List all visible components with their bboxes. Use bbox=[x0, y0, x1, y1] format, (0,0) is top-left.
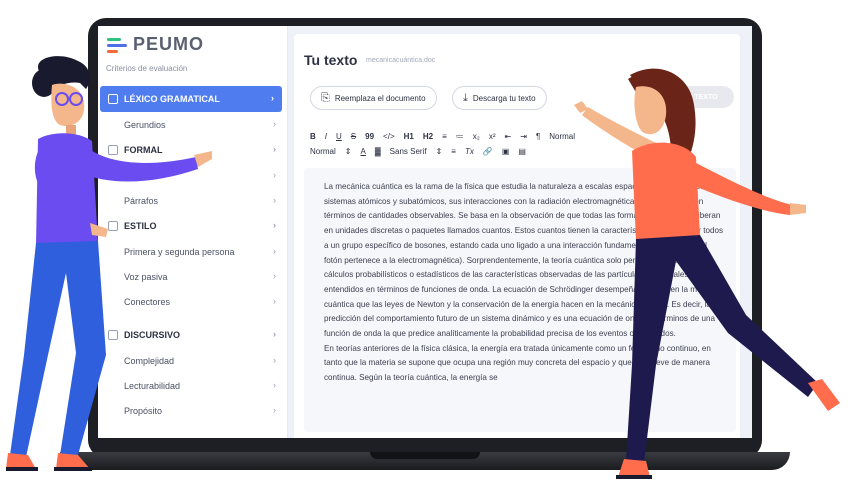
italic-button[interactable]: I bbox=[325, 132, 327, 141]
align-button[interactable]: ≡ bbox=[451, 147, 456, 156]
man-illustration bbox=[6, 56, 212, 471]
quote-button[interactable]: 99 bbox=[365, 132, 374, 141]
illustration: { "brand": {"name": "PEUMO"}, "sidebar":… bbox=[0, 0, 852, 490]
chevron-right-icon: › bbox=[273, 329, 276, 339]
woman-illustration bbox=[574, 68, 840, 479]
chevron-right-icon: › bbox=[273, 296, 276, 306]
direction-button[interactable]: ¶ bbox=[536, 132, 540, 141]
indent-button[interactable]: ⇥ bbox=[520, 132, 527, 141]
font-select-arrow-icon[interactable]: ⇕ bbox=[436, 147, 443, 156]
logo-text: PEUMO bbox=[133, 34, 205, 54]
chevron-right-icon: › bbox=[273, 119, 276, 129]
size-select-arrow-icon[interactable]: ⇕ bbox=[345, 147, 352, 156]
toolbar-row-2: Normal ⇕ A ▓ Sans Serif ⇕ ≡ Tx 🔗 ▣ ▤ bbox=[310, 147, 535, 156]
underline-button[interactable]: U bbox=[336, 132, 342, 141]
chevron-right-icon: › bbox=[273, 195, 276, 205]
code-button[interactable]: </> bbox=[383, 132, 395, 141]
chevron-right-icon: › bbox=[273, 246, 276, 256]
strike-button[interactable]: S bbox=[351, 132, 356, 141]
subscript-button[interactable]: x₂ bbox=[473, 132, 480, 141]
image-button[interactable]: ▣ bbox=[502, 147, 510, 156]
link-button[interactable]: 🔗 bbox=[483, 147, 493, 156]
chevron-right-icon: › bbox=[273, 355, 276, 365]
replace-document-button[interactable]: ⎘ Reemplaza el documento bbox=[310, 86, 437, 110]
video-button[interactable]: ▤ bbox=[518, 147, 526, 156]
bold-button[interactable]: B bbox=[310, 132, 316, 141]
button-label: Reemplaza el documento bbox=[334, 93, 426, 103]
button-label: Descarga tu texto bbox=[472, 93, 536, 103]
ordered-list-button[interactable]: ≡ bbox=[442, 132, 447, 141]
document-replace-icon: ⎘ bbox=[321, 91, 330, 104]
heading1-button[interactable]: H1 bbox=[404, 132, 414, 141]
laptop-notch bbox=[370, 452, 480, 459]
document-title: Tu texto bbox=[304, 52, 358, 68]
clear-format-button[interactable]: Tx bbox=[465, 147, 474, 156]
document-filename: mecanicacuántica.doc bbox=[366, 57, 436, 64]
font-select[interactable]: Sans Serif bbox=[390, 147, 427, 156]
download-text-button[interactable]: ⤓ Descarga tu texto bbox=[452, 86, 547, 110]
chevron-right-icon: › bbox=[271, 93, 274, 103]
logo[interactable]: PEUMO bbox=[107, 34, 204, 55]
chevron-right-icon: › bbox=[273, 380, 276, 390]
size-select[interactable]: Normal bbox=[310, 147, 336, 156]
superscript-button[interactable]: x² bbox=[489, 132, 496, 141]
outdent-button[interactable]: ⇤ bbox=[505, 132, 512, 141]
chevron-right-icon: › bbox=[273, 220, 276, 230]
background-color-button[interactable]: ▓ bbox=[375, 147, 381, 156]
chevron-right-icon: › bbox=[273, 144, 276, 154]
chevron-right-icon: › bbox=[273, 405, 276, 415]
logo-icon bbox=[107, 37, 127, 53]
chevron-right-icon: › bbox=[273, 170, 276, 180]
chevron-right-icon: › bbox=[273, 271, 276, 281]
heading2-button[interactable]: H2 bbox=[423, 132, 433, 141]
toolbar-row-1: B I U S 99 </> H1 H2 ≡ ≔ x₂ x² ⇤ ⇥ ¶ Nor… bbox=[310, 132, 584, 141]
bullet-list-button[interactable]: ≔ bbox=[456, 132, 464, 141]
text-color-button[interactable]: A bbox=[360, 147, 365, 156]
download-icon: ⤓ bbox=[463, 91, 468, 104]
